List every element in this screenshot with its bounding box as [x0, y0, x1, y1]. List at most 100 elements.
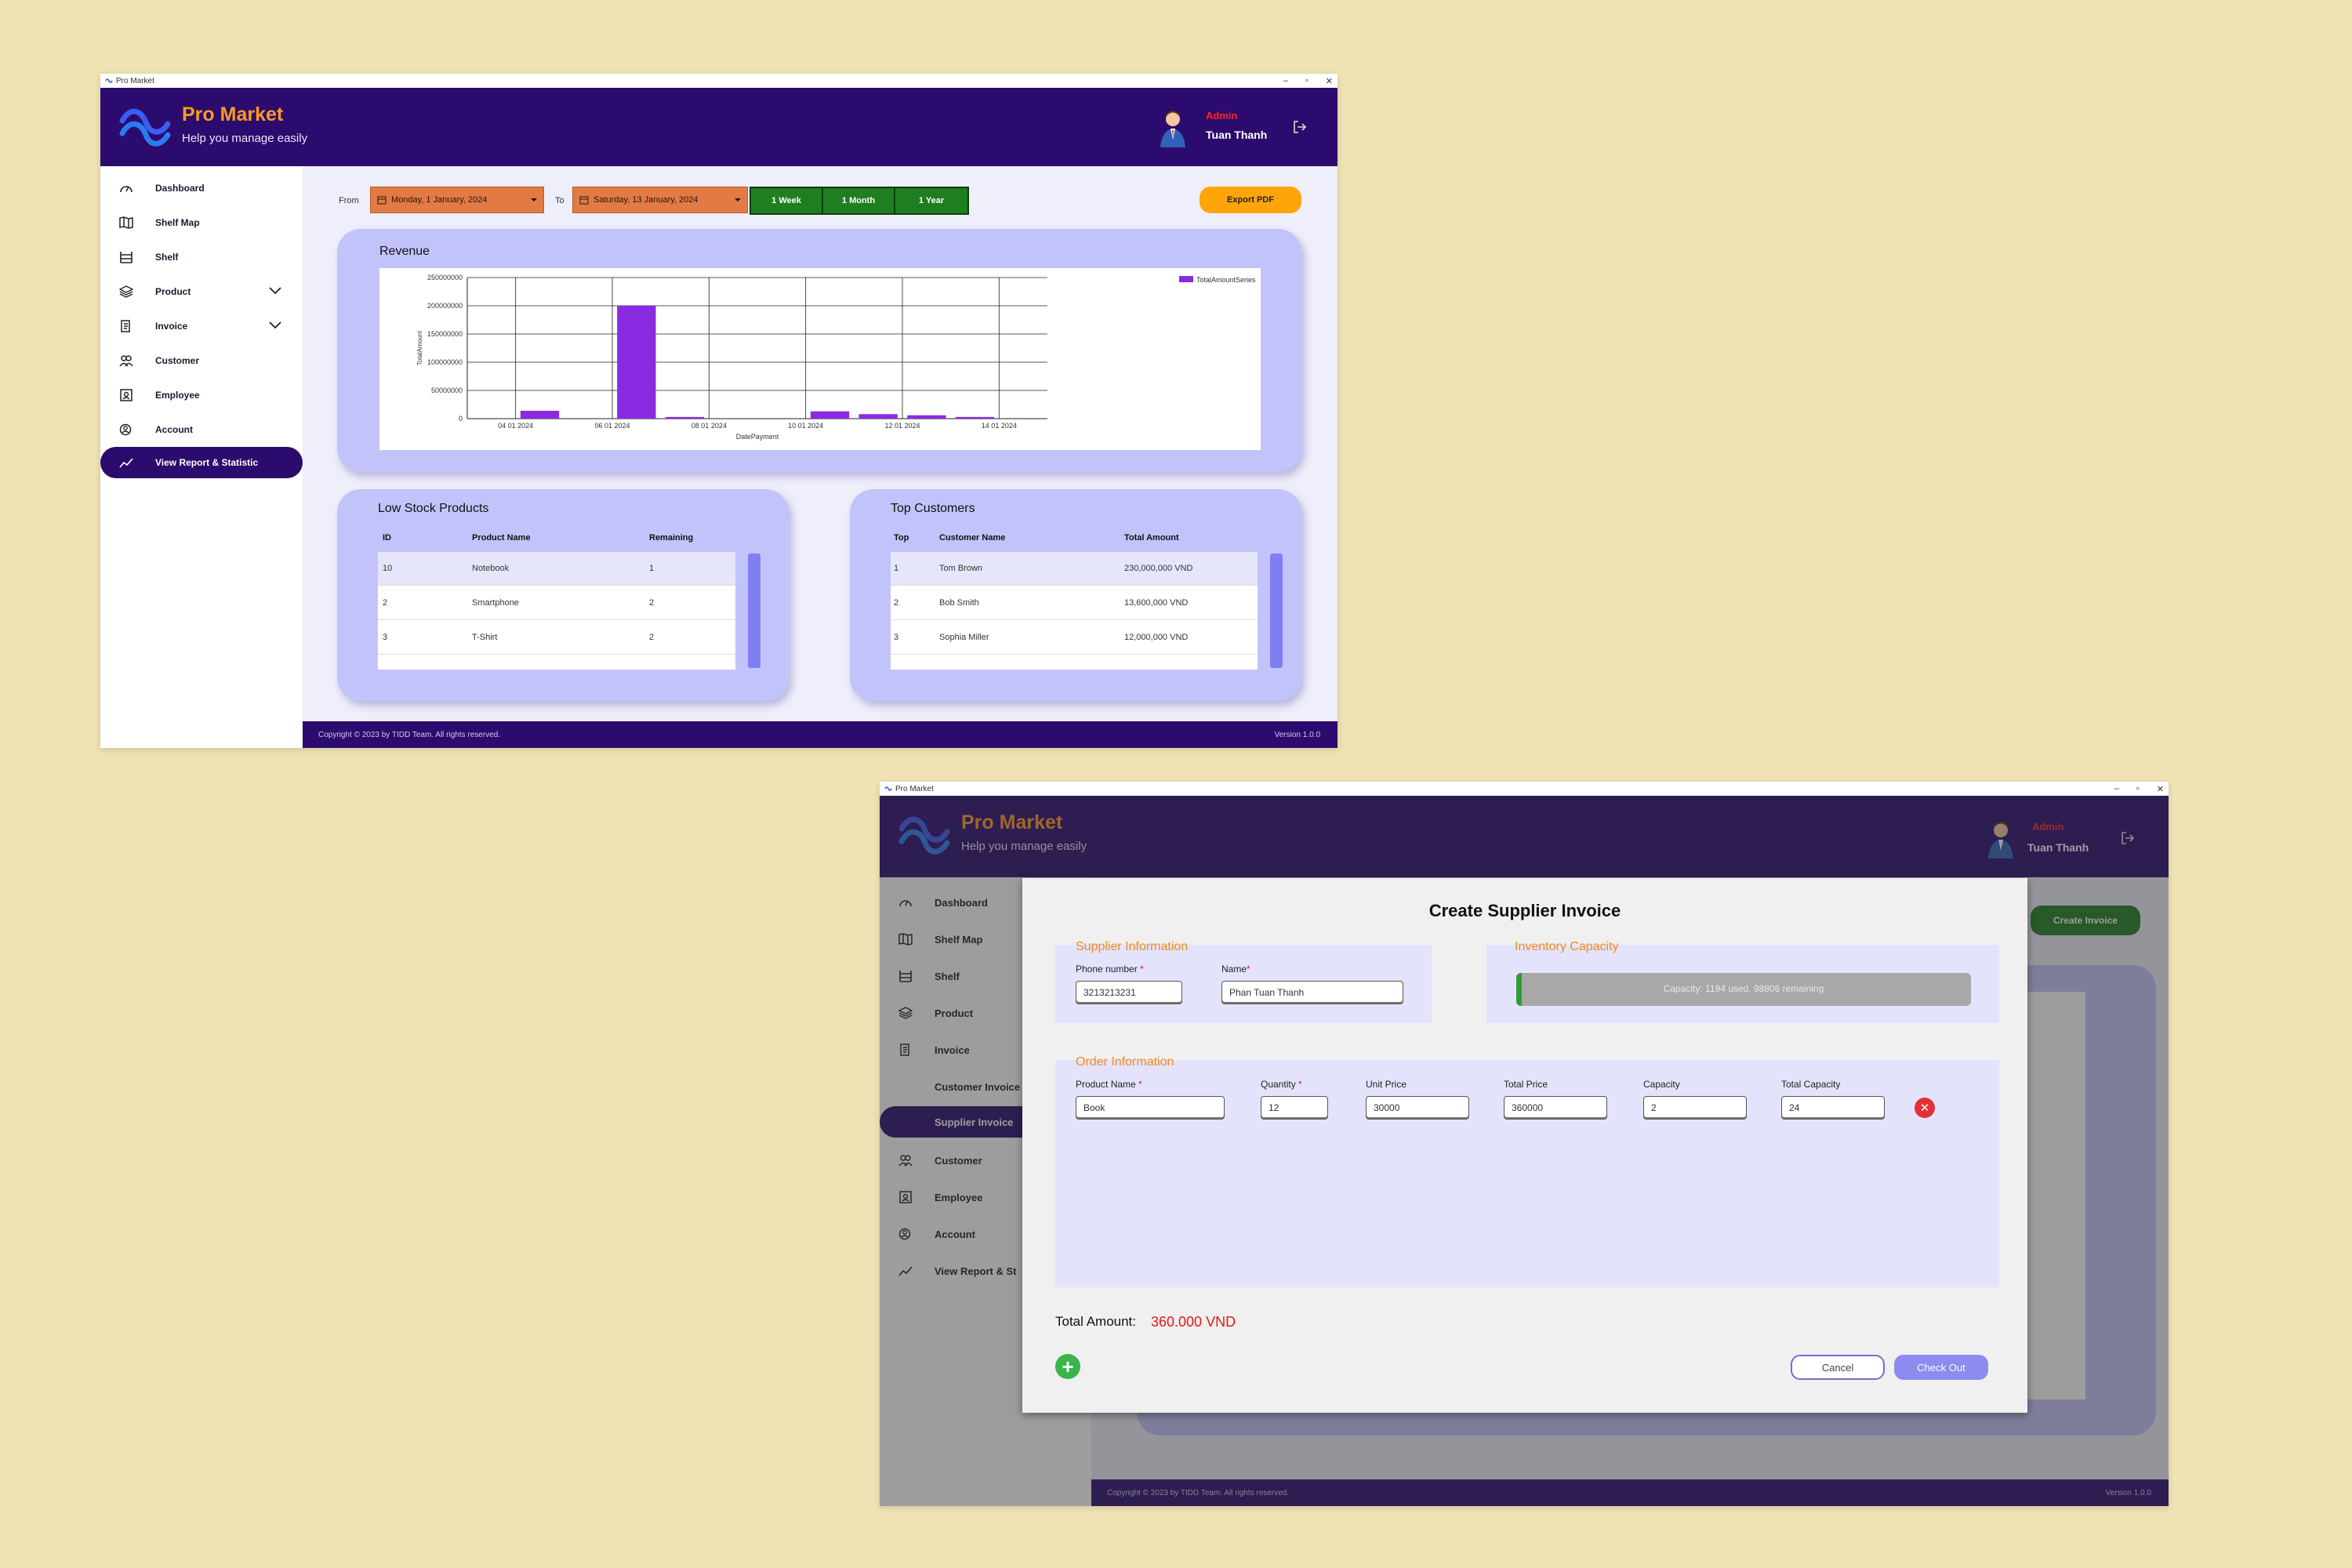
table-cell: 1	[649, 564, 655, 573]
table-cell: Smartphone	[472, 598, 519, 608]
x-tick-label: 08 01 2024	[691, 422, 727, 430]
name-label: Name*	[1221, 964, 1250, 975]
order-info-panel: Order Information Product Name * Book Qu…	[1055, 1055, 1999, 1287]
app-header: Pro Market Help you manage easily Admin …	[100, 88, 1338, 166]
supplier-invoice-window: Pro Market – ▫ ✕ Pro Market Help you man…	[880, 782, 2169, 1506]
table-row[interactable]: 10 Notebook 1	[378, 552, 735, 586]
close-icon[interactable]: ✕	[1326, 76, 1333, 86]
range-1-week-button[interactable]: 1 Week	[751, 188, 823, 213]
top-customers-table[interactable]: 1 Tom Brown 230,000,000 VND 2 Bob Smith …	[891, 552, 1258, 670]
low-stock-title: Low Stock Products	[378, 502, 489, 515]
x-tick-label: 14 01 2024	[982, 422, 1017, 430]
total-price-input[interactable]: 360000	[1504, 1096, 1607, 1120]
phone-input[interactable]: 3213213231	[1076, 981, 1182, 1004]
minimize-icon[interactable]: –	[1283, 76, 1288, 85]
chevron-down-icon[interactable]	[268, 285, 282, 296]
range-1-year-button[interactable]: 1 Year	[895, 188, 967, 213]
total-amount-label: Total Amount:	[1055, 1314, 1137, 1329]
table-row[interactable]: 3 Sophia Miller 12,000,000 VND	[891, 621, 1258, 655]
shelf-icon	[120, 252, 132, 263]
app-logo-icon	[105, 78, 113, 83]
remove-item-button[interactable]: ✕	[1915, 1098, 1935, 1118]
capacity-input[interactable]: 2	[1643, 1096, 1747, 1120]
required-marker: *	[1298, 1079, 1302, 1090]
scrollbar[interactable]	[748, 554, 760, 668]
table-row[interactable]: 2 Smartphone 2	[378, 586, 735, 620]
sidebar-item-dashboard[interactable]: Dashboard	[100, 172, 303, 204]
table-row[interactable]: 2 Bob Smith 13,600,000 VND	[891, 586, 1258, 620]
sidebar-item-employee[interactable]: Employee	[100, 379, 303, 411]
y-tick-label: 150000000	[427, 330, 463, 338]
product-icon	[119, 285, 133, 298]
minimize-icon[interactable]: –	[2114, 784, 2119, 793]
table-cell: 3	[383, 633, 388, 642]
total-capacity-label: Total Capacity	[1781, 1079, 1841, 1090]
table-row[interactable]: 3 T-Shirt 2	[378, 621, 735, 655]
required-marker: *	[1140, 964, 1144, 975]
sidebar-item-invoice[interactable]: Invoice	[100, 310, 303, 342]
supplier-info-title: Supplier Information	[1076, 940, 1189, 953]
column-header: Top	[894, 533, 909, 543]
sidebar-item-report[interactable]: View Report & Statistic	[100, 447, 303, 478]
x-tick-label: 04 01 2024	[498, 422, 533, 430]
maximize-icon[interactable]: ▫	[2136, 784, 2140, 793]
y-tick-label: 250000000	[427, 274, 463, 281]
unit-price-input[interactable]: 30000	[1366, 1096, 1469, 1120]
table-cell: 2	[894, 598, 899, 608]
required-marker: *	[1138, 1079, 1142, 1090]
sidebar-item-product[interactable]: Product	[100, 276, 303, 307]
maximize-icon[interactable]: ▫	[1305, 76, 1308, 85]
total-capacity-input[interactable]: 24	[1781, 1096, 1885, 1120]
quantity-input[interactable]: 12	[1261, 1096, 1328, 1120]
sidebar-item-shelf[interactable]: Shelf	[100, 241, 303, 273]
product-name-input[interactable]: Book	[1076, 1096, 1225, 1120]
sidebar: Dashboard Shelf Map Shelf Product Invoic…	[100, 166, 303, 748]
revenue-card: Revenue 0 50000000 100000000 150000000 20000…	[337, 229, 1301, 472]
sidebar-item-label: Dashboard	[155, 183, 205, 194]
close-icon[interactable]: ✕	[2157, 784, 2164, 794]
phone-label: Phone number *	[1076, 964, 1144, 975]
column-header: Customer Name	[939, 533, 1006, 543]
from-date-picker[interactable]: Monday, 1 January, 2024	[370, 187, 544, 213]
unit-price-label: Unit Price	[1366, 1079, 1407, 1090]
table-cell: Tom Brown	[939, 564, 983, 573]
bar	[617, 306, 656, 419]
sidebar-item-account[interactable]: Account	[100, 414, 303, 445]
inventory-capacity-title: Inventory Capacity	[1515, 940, 1619, 953]
table-cell: Bob Smith	[939, 598, 979, 608]
customer-icon	[119, 355, 133, 367]
brand-name: Pro Market	[182, 103, 284, 125]
chevron-down-icon	[735, 198, 741, 201]
sidebar-item-shelf-map[interactable]: Shelf Map	[100, 207, 303, 238]
to-date-picker[interactable]: Saturday, 13 January, 2024	[572, 187, 748, 213]
x-tick-label: 12 01 2024	[884, 422, 920, 430]
cancel-button[interactable]: Cancel	[1791, 1355, 1885, 1380]
low-stock-table[interactable]: 10 Notebook 1 2 Smartphone 2 3 T-Shirt 2	[378, 552, 735, 670]
chart-icon	[119, 458, 133, 468]
table-cell: 230,000,000 VND	[1124, 564, 1193, 573]
table-cell: 2	[649, 633, 655, 642]
logout-icon[interactable]	[1292, 119, 1308, 135]
export-pdf-button[interactable]: Export PDF	[1200, 187, 1301, 213]
capacity-progress-bar: Capacity: 1194 used, 98806 remaining	[1516, 973, 1971, 1006]
supplier-info-panel: Supplier Information Phone number * 3213…	[1055, 940, 1432, 1023]
x-axis-label: DatePayment	[736, 433, 779, 441]
range-1-month-button[interactable]: 1 Month	[823, 188, 895, 213]
x-tick-label: 10 01 2024	[788, 422, 823, 430]
to-date-value: Saturday, 13 January, 2024	[593, 195, 699, 205]
table-row[interactable]: 1 Tom Brown 230,000,000 VND	[891, 552, 1258, 586]
bar	[907, 415, 946, 419]
sidebar-item-label: Account	[155, 424, 193, 435]
y-tick-label: 100000000	[427, 358, 463, 366]
sidebar-item-customer[interactable]: Customer	[100, 345, 303, 376]
checkout-button[interactable]: Check Out	[1894, 1355, 1988, 1380]
chevron-down-icon[interactable]	[268, 320, 282, 331]
employee-icon	[120, 389, 132, 401]
table-cell: 2	[383, 598, 388, 608]
add-item-button[interactable]: +	[1055, 1354, 1080, 1379]
name-input[interactable]: Phan Tuan Thanh	[1221, 981, 1403, 1004]
scrollbar[interactable]	[1270, 554, 1283, 668]
capacity-label: Capacity	[1643, 1079, 1680, 1090]
dialog-title: Create Supplier Invoice	[1428, 901, 1621, 920]
revenue-title: Revenue	[379, 245, 430, 258]
